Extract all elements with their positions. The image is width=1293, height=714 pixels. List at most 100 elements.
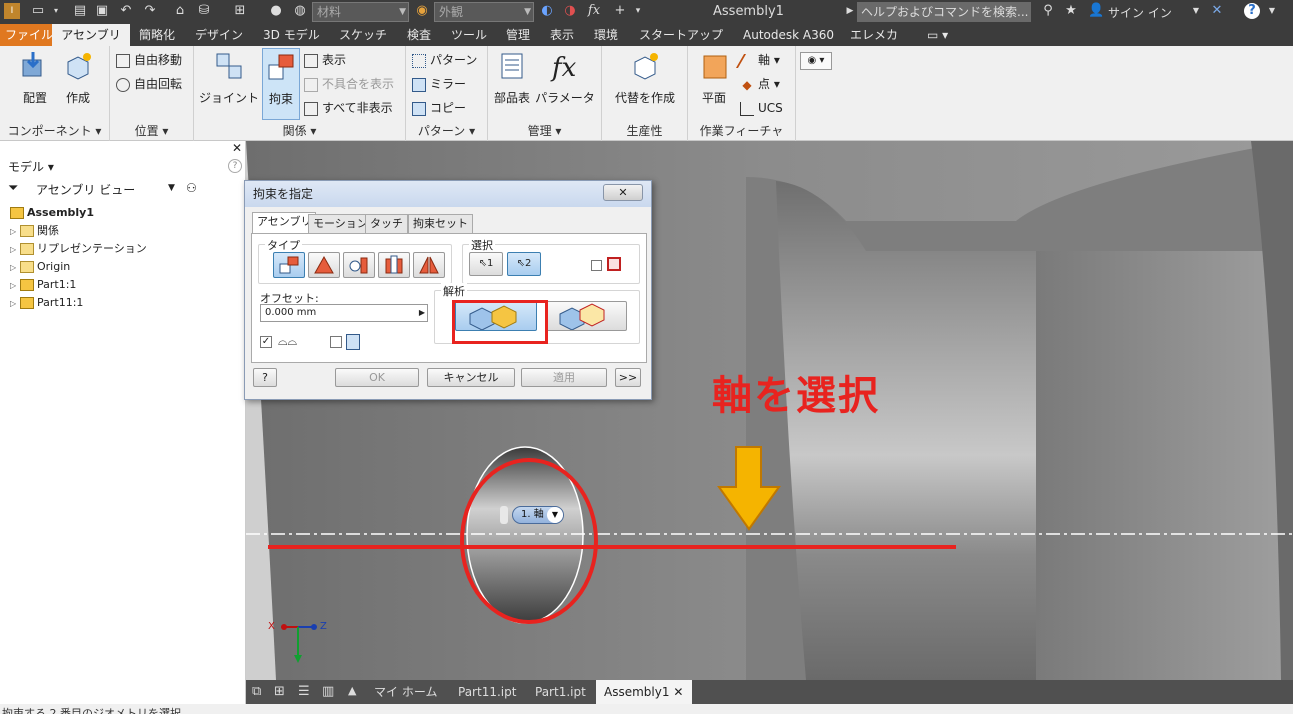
axis-selection-tag[interactable]: 1. 軸 ▼	[512, 506, 564, 524]
grip-handle[interactable]	[500, 506, 508, 524]
create-component-button[interactable]: 作成	[58, 50, 98, 106]
angle-type-button[interactable]	[308, 252, 340, 278]
flush-solution-button[interactable]	[545, 301, 627, 331]
plane-button[interactable]: 平面	[694, 50, 734, 106]
copy-button[interactable]: コピー	[412, 98, 466, 118]
tab-assembly1[interactable]: Assembly1 ✕	[596, 680, 692, 704]
chevron-down-icon[interactable]: ▼	[1188, 3, 1204, 19]
color-icon[interactable]: ●	[268, 3, 284, 19]
expand-icon[interactable]: ▷	[10, 259, 20, 277]
place-button[interactable]: 配置	[10, 50, 60, 106]
offset-input[interactable]: 0.000 mm ▶	[260, 304, 428, 322]
tree-item-assembly[interactable]: Assembly1	[10, 204, 94, 222]
tab-simplify[interactable]: 簡略化	[134, 24, 180, 46]
free-move-button[interactable]: 自由移動	[116, 50, 182, 70]
tab-3d-model[interactable]: 3D モデル	[258, 24, 325, 46]
apply-button[interactable]: 適用	[521, 368, 607, 387]
tree-item-relations[interactable]: ▷ 関係	[10, 222, 59, 240]
tab-inspect[interactable]: 検査	[402, 24, 436, 46]
tangent-type-button[interactable]	[343, 252, 375, 278]
parameters-button[interactable]: fx パラメータ	[534, 50, 596, 106]
tab-part11[interactable]: Part11.ipt	[450, 680, 524, 704]
open-icon[interactable]: ▤	[72, 3, 88, 19]
arrange-horizontal-icon[interactable]: ☰	[298, 684, 310, 699]
tab-touch[interactable]: タッチ	[365, 214, 408, 233]
tab-motion[interactable]: モーション	[308, 214, 373, 233]
tab-tools[interactable]: ツール	[446, 24, 492, 46]
filter-icon[interactable]: ⏷	[8, 181, 18, 196]
app-logo-icon[interactable]: I	[4, 3, 20, 19]
select-icon[interactable]: ⊞	[232, 3, 248, 19]
symmetry-type-button[interactable]	[413, 252, 445, 278]
browser-title[interactable]: モデル ▾	[8, 158, 54, 175]
mate-type-button[interactable]	[273, 252, 305, 278]
selection-1-button[interactable]: ⇖1	[469, 252, 503, 276]
chevron-right-icon[interactable]: ▶	[419, 305, 425, 321]
fx-icon[interactable]: fx	[586, 3, 602, 19]
close-icon[interactable]: ✕	[232, 141, 242, 155]
ribbon-options-dropdown[interactable]: ◉ ▾	[800, 52, 832, 70]
redo-icon[interactable]: ↷	[142, 3, 158, 19]
tree-item-part1[interactable]: ▷ Part1:1	[10, 276, 76, 294]
new-dropdown-icon[interactable]: ▾	[48, 3, 64, 19]
tree-item-part11[interactable]: ▷ Part11:1	[10, 294, 83, 312]
panel-toggle-icon[interactable]: ▭ ▾	[922, 24, 953, 46]
point-button[interactable]: ◆ 点 ▾	[740, 74, 779, 94]
tab-assembly[interactable]: アセンブリ	[252, 212, 317, 233]
bom-button[interactable]: 部品表	[492, 50, 532, 106]
material-select[interactable]: 材料 ▼	[312, 2, 409, 22]
substitute-button[interactable]: 代替を作成	[608, 50, 682, 106]
expand-icon[interactable]: ▷	[10, 277, 20, 295]
tab-environments[interactable]: 環境	[589, 24, 623, 46]
new-file-icon[interactable]: ▭	[30, 3, 46, 19]
search-icon[interactable]: ⚲	[1040, 3, 1056, 19]
appearance-select[interactable]: 外観 ▼	[434, 2, 534, 22]
clear-icon[interactable]: ◑	[562, 3, 578, 19]
show-preview-checkbox[interactable]: ✓	[260, 336, 272, 348]
close-icon[interactable]: ✕	[673, 685, 683, 699]
user-icon[interactable]: 👤	[1088, 3, 1104, 19]
ucs-button[interactable]: UCS	[740, 98, 783, 118]
more-button[interactable]: >>	[615, 368, 641, 387]
binoculars-icon[interactable]: ⚇	[186, 181, 197, 195]
group-label-manage[interactable]: 管理 ▾	[488, 122, 601, 139]
tab-menu-icon[interactable]: ▲	[348, 684, 356, 697]
help-search-input[interactable]: ヘルプおよびコマンドを検索...	[857, 2, 1031, 22]
view-selector[interactable]: アセンブリ ビュー	[36, 181, 135, 198]
tab-sketch[interactable]: スケッチ	[334, 24, 392, 46]
chevron-right-icon[interactable]: ▶	[842, 3, 858, 19]
cancel-button[interactable]: キャンセル	[427, 368, 515, 387]
group-label-relations[interactable]: 関係 ▾	[194, 122, 405, 139]
pick-part-first-checkbox[interactable]	[591, 260, 602, 271]
exchange-icon[interactable]: ✕	[1209, 3, 1225, 19]
free-rotate-button[interactable]: 自由回転	[116, 74, 182, 94]
insert-type-button[interactable]	[378, 252, 410, 278]
tab-manage[interactable]: 管理	[501, 24, 535, 46]
home-icon[interactable]: ⌂	[172, 3, 188, 19]
tab-elemeka[interactable]: エレメカ	[845, 24, 903, 46]
group-label-pattern[interactable]: パターン ▾	[406, 122, 487, 139]
expand-icon[interactable]: ▷	[10, 295, 20, 313]
tab-view[interactable]: 表示	[545, 24, 579, 46]
tab-get-started[interactable]: スタートアップ	[634, 24, 728, 46]
predict-offset-checkbox[interactable]	[330, 336, 342, 348]
plus-icon[interactable]: +	[612, 3, 628, 19]
tab-assembly[interactable]: アセンブリ	[52, 24, 130, 46]
chevron-down-icon[interactable]: ▼	[1264, 3, 1280, 19]
joint-button[interactable]: ジョイント	[198, 50, 260, 106]
customize-dropdown-icon[interactable]: ▾	[630, 3, 646, 19]
undo-icon[interactable]: ↶	[118, 3, 134, 19]
help-button[interactable]: ?	[253, 368, 277, 387]
dialog-close-button[interactable]: ✕	[603, 184, 643, 201]
cascade-icon[interactable]: ⧉	[252, 684, 261, 699]
appearance-icon[interactable]: ◉	[414, 3, 430, 19]
help-icon[interactable]: ?	[228, 159, 242, 173]
star-icon[interactable]: ★	[1063, 3, 1079, 19]
tab-design[interactable]: デザイン	[190, 24, 248, 46]
show-sick-button[interactable]: 不具合を表示	[304, 74, 394, 94]
dialog-title[interactable]: 拘束を指定	[245, 181, 651, 207]
help-icon[interactable]: ?	[1244, 3, 1260, 19]
tab-my-home[interactable]: マイ ホーム	[366, 680, 445, 704]
tab-constraint-set[interactable]: 拘束セット	[408, 214, 473, 233]
pattern-button[interactable]: パターン	[412, 50, 477, 70]
